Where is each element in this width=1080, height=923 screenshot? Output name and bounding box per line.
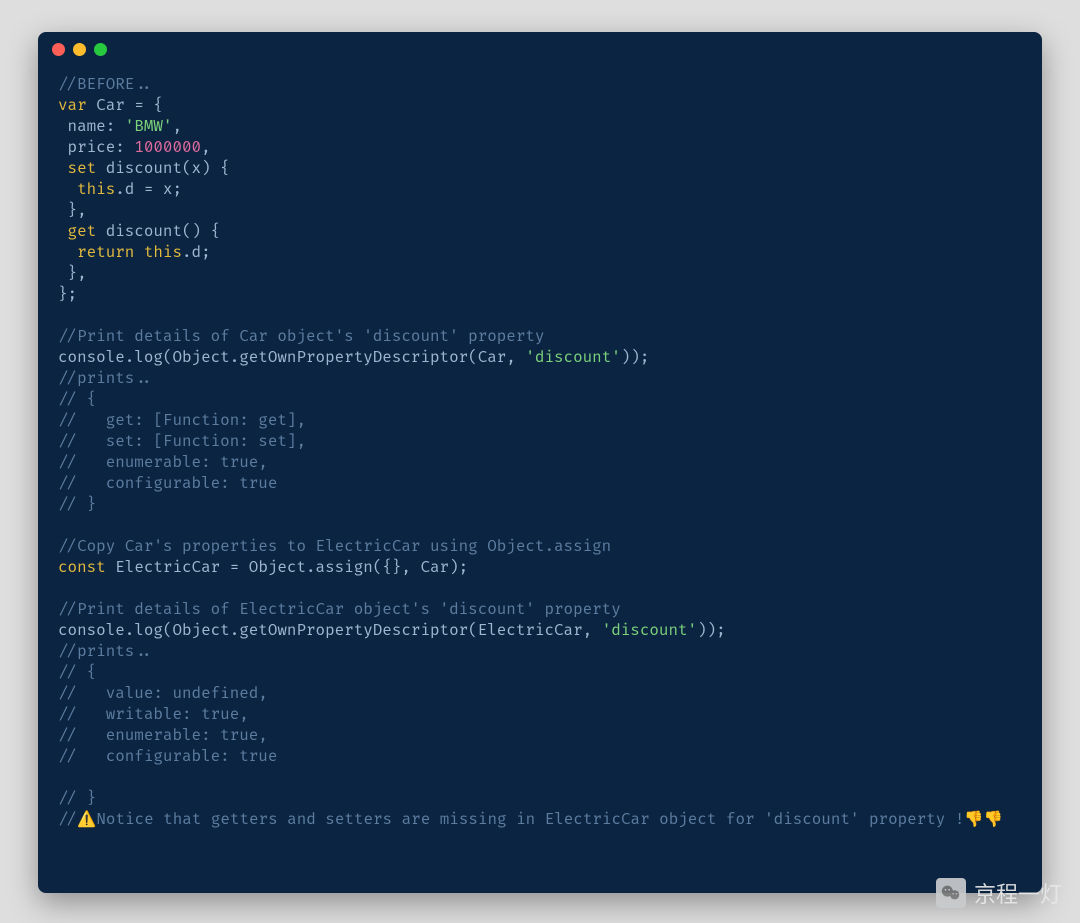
code-line: get discount() { [58, 221, 1022, 242]
code-token: }; [58, 285, 77, 304]
code-line: //Print details of ElectricCar object's … [58, 599, 1022, 620]
code-token: 👎👎 [964, 811, 1003, 828]
code-token: )); [697, 621, 726, 640]
code-token: console.log(Object.getOwnPropertyDescrip… [58, 348, 525, 367]
code-token: price: [58, 138, 134, 157]
code-token: set [58, 159, 96, 178]
code-line: // value: undefined, [58, 683, 1022, 704]
code-token: console.log(Object.getOwnPropertyDescrip… [58, 621, 602, 640]
code-line: //prints.. [58, 641, 1022, 662]
code-token [58, 243, 77, 262]
code-line: return this.d; [58, 242, 1022, 263]
code-line: //Copy Car's properties to ElectricCar u… [58, 536, 1022, 557]
close-icon[interactable] [52, 43, 65, 56]
code-line: const ElectricCar = Object.assign({}, Ca… [58, 557, 1022, 578]
code-line: }, [58, 263, 1022, 284]
code-token: // enumerable: true, [58, 726, 268, 745]
code-line: // enumerable: true, [58, 725, 1022, 746]
code-token: // } [58, 495, 96, 514]
code-line: // } [58, 494, 1022, 515]
minimize-icon[interactable] [73, 43, 86, 56]
code-token: }, [58, 201, 87, 220]
code-token: 'BMW' [125, 117, 173, 136]
code-line: //prints.. [58, 368, 1022, 389]
code-token: // { [58, 663, 96, 682]
code-token: Notice that getters and setters are miss… [96, 810, 964, 829]
code-token: // configurable: true [58, 747, 277, 766]
code-token: var [58, 96, 87, 115]
code-token: get [58, 222, 96, 241]
code-token: // configurable: true [58, 474, 277, 493]
code-token: // get: [Function: get], [58, 411, 306, 430]
code-token: //Copy Car's properties to ElectricCar u… [58, 537, 611, 556]
watermark: 京程一灯 [936, 877, 1062, 909]
code-line: set discount(x) { [58, 158, 1022, 179]
code-token: // set: [Function: set], [58, 432, 306, 451]
code-token: name: [58, 117, 125, 136]
code-token: // value: undefined, [58, 684, 268, 703]
code-token: // enumerable: true, [58, 453, 268, 472]
code-token: )); [621, 348, 650, 367]
code-token: //Print details of Car object's 'discoun… [58, 327, 544, 346]
code-line: //Print details of Car object's 'discoun… [58, 326, 1022, 347]
code-line: //⚠️Notice that getters and setters are … [58, 809, 1022, 830]
code-line: // get: [Function: get], [58, 410, 1022, 431]
code-line: // enumerable: true, [58, 452, 1022, 473]
code-token: //prints.. [58, 642, 153, 661]
code-token [58, 180, 77, 199]
code-line [58, 515, 1022, 536]
code-token: discount() { [96, 222, 220, 241]
code-token: 'discount' [602, 621, 697, 640]
titlebar [38, 32, 1042, 66]
code-line: }; [58, 284, 1022, 305]
code-token: //BEFORE.. [58, 75, 153, 94]
code-token: ElectricCar = Object.assign({}, Car); [106, 558, 468, 577]
code-token: 1000000 [134, 138, 201, 157]
code-token: // writable: true, [58, 705, 249, 724]
code-window: //BEFORE..var Car = { name: 'BMW', price… [38, 32, 1042, 893]
maximize-icon[interactable] [94, 43, 107, 56]
code-token: discount(x) { [96, 159, 230, 178]
code-line [58, 767, 1022, 788]
code-token: // [58, 810, 77, 829]
code-line: // } [58, 788, 1022, 809]
code-token: ⚠️ [77, 811, 96, 828]
code-line [58, 578, 1022, 599]
code-line: // { [58, 662, 1022, 683]
code-token: return [77, 243, 134, 262]
code-line: }, [58, 200, 1022, 221]
code-token: .d; [182, 243, 211, 262]
code-line: console.log(Object.getOwnPropertyDescrip… [58, 620, 1022, 641]
code-line: //BEFORE.. [58, 74, 1022, 95]
code-line: var Car = { [58, 95, 1022, 116]
code-line [58, 305, 1022, 326]
code-token: // } [58, 789, 96, 808]
code-token: //Print details of ElectricCar object's … [58, 600, 621, 619]
code-token: //prints.. [58, 369, 153, 388]
code-token: Car = { [87, 96, 163, 115]
code-token: 'discount' [525, 348, 620, 367]
code-token: // { [58, 390, 96, 409]
code-line: this.d = x; [58, 179, 1022, 200]
code-line: console.log(Object.getOwnPropertyDescrip… [58, 347, 1022, 368]
code-token [134, 243, 144, 262]
code-token: this [144, 243, 182, 262]
code-token: , [172, 117, 182, 136]
code-area: //BEFORE..var Car = { name: 'BMW', price… [38, 66, 1042, 893]
code-line: name: 'BMW', [58, 116, 1022, 137]
wechat-icon [936, 878, 966, 908]
code-token: }, [58, 264, 87, 283]
code-token: const [58, 558, 106, 577]
code-token: this [77, 180, 115, 199]
code-line: // { [58, 389, 1022, 410]
code-line: // configurable: true [58, 473, 1022, 494]
code-line: // set: [Function: set], [58, 431, 1022, 452]
code-line: price: 1000000, [58, 137, 1022, 158]
code-line: // writable: true, [58, 704, 1022, 725]
code-token: , [201, 138, 211, 157]
code-line: // configurable: true [58, 746, 1022, 767]
watermark-text: 京程一灯 [974, 877, 1062, 909]
code-token: .d = x; [115, 180, 182, 199]
